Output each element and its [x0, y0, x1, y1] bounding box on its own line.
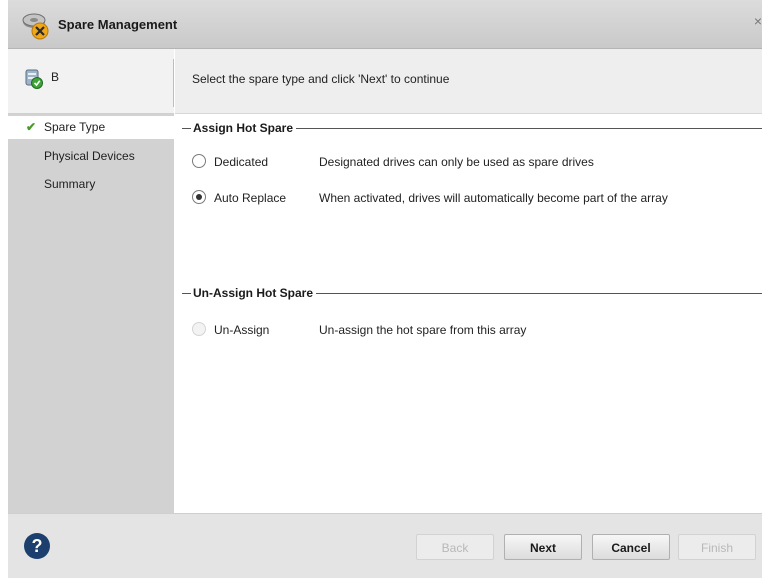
- unassign-description: Un-assign the hot spare from this array: [319, 323, 527, 337]
- dedicated-description: Designated drives can only be used as sp…: [319, 155, 594, 169]
- sidebar-item-summary[interactable]: Summary: [8, 173, 174, 196]
- dedicated-radio[interactable]: [192, 154, 206, 168]
- sidebar-item-label: Spare Type: [44, 120, 106, 134]
- sidebar-item-label: Summary: [44, 177, 96, 191]
- next-button[interactable]: Next: [504, 534, 582, 560]
- unassign-option[interactable]: Un-Assign Un-assign the hot spare from t…: [192, 320, 757, 340]
- instruction-text: Select the spare type and click 'Next' t…: [192, 72, 450, 86]
- header-divider: [173, 59, 174, 107]
- cancel-button[interactable]: Cancel: [592, 534, 670, 560]
- auto-replace-description: When activated, drives will automaticall…: [319, 191, 668, 205]
- array-status-icon: [25, 69, 43, 89]
- unassign-hot-spare-group-title: Un-Assign Hot Spare: [182, 286, 762, 300]
- spare-management-icon: [20, 10, 50, 40]
- sidebar-header: B: [8, 49, 174, 114]
- sidebar-item-spare-type[interactable]: ✔ Spare Type: [8, 116, 174, 139]
- dedicated-option[interactable]: Dedicated Designated drives can only be …: [192, 152, 757, 172]
- finish-button[interactable]: Finish: [678, 534, 756, 560]
- group-title-label: Un-Assign Hot Spare: [193, 286, 317, 300]
- sidebar-item-label: Physical Devices: [44, 149, 135, 163]
- auto-replace-radio[interactable]: [192, 190, 206, 204]
- help-icon[interactable]: ?: [24, 533, 50, 559]
- wizard-sidebar: B ✔ Spare Type Physical Devices Summary: [8, 49, 174, 513]
- unassign-radio[interactable]: [192, 322, 206, 336]
- instruction-header: Select the spare type and click 'Next' t…: [175, 49, 762, 114]
- close-button[interactable]: ×: [754, 13, 762, 29]
- wizard-footer: ? Back Next Cancel Finish: [8, 513, 762, 578]
- checkmark-icon: ✔: [26, 120, 37, 134]
- window-title: Spare Management: [58, 17, 178, 32]
- unassign-label[interactable]: Un-Assign: [214, 323, 269, 337]
- sidebar-item-physical-devices[interactable]: Physical Devices: [8, 145, 174, 168]
- group-title-label: Assign Hot Spare: [193, 121, 297, 135]
- assign-hot-spare-group-title: Assign Hot Spare: [182, 121, 762, 135]
- title-bar: Spare Management ×: [8, 0, 762, 49]
- array-name: B: [51, 70, 60, 84]
- auto-replace-option[interactable]: Auto Replace When activated, drives will…: [192, 188, 757, 208]
- back-button[interactable]: Back: [416, 534, 494, 560]
- auto-replace-label[interactable]: Auto Replace: [214, 191, 286, 205]
- dedicated-label[interactable]: Dedicated: [214, 155, 268, 169]
